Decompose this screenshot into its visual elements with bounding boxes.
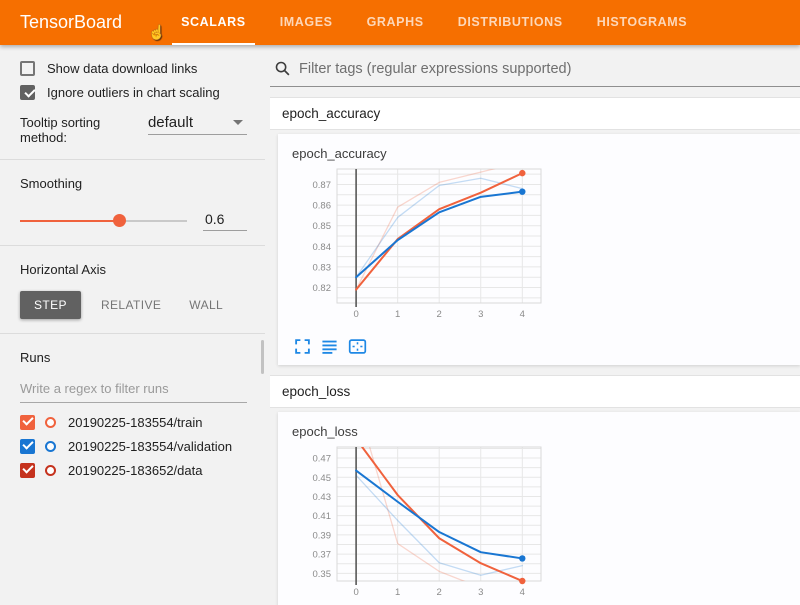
- svg-text:0.45: 0.45: [313, 473, 332, 484]
- smoothing-label: Smoothing: [20, 176, 247, 191]
- svg-text:0.37: 0.37: [313, 550, 332, 561]
- runs-list: 20190225-183554/train 20190225-183554/val…: [20, 415, 247, 478]
- run-label: 20190225-183554/train: [68, 415, 202, 430]
- checkbox-label: Ignore outliers in chart scaling: [47, 85, 220, 100]
- checkbox-label: Show data download links: [47, 61, 197, 76]
- svg-text:0.41: 0.41: [313, 511, 332, 522]
- run-row[interactable]: 20190225-183652/data: [20, 463, 247, 478]
- ignore-outliers-row[interactable]: Ignore outliers in chart scaling: [20, 85, 247, 100]
- horizontal-axis-label: Horizontal Axis: [20, 262, 247, 277]
- chevron-down-icon: [233, 120, 243, 125]
- run-label: 20190225-183554/validation: [68, 439, 232, 454]
- fit-domain-icon[interactable]: [348, 338, 367, 355]
- svg-text:4: 4: [520, 587, 525, 598]
- show-data-download-links-row[interactable]: Show data download links: [20, 61, 247, 76]
- tag-section-epoch-loss: epoch_loss epoch_loss 0.350.370.390.410.…: [270, 375, 800, 605]
- svg-text:0.86: 0.86: [313, 201, 332, 212]
- axis-button-wall[interactable]: WALL: [175, 291, 237, 319]
- runs-filter-input[interactable]: [20, 379, 247, 403]
- sidebar-scrollbar[interactable]: [261, 340, 264, 374]
- smoothing-section: Smoothing 0.6: [0, 159, 265, 245]
- data-table-icon[interactable]: [321, 338, 338, 355]
- run-checkbox[interactable]: [20, 439, 35, 454]
- svg-text:0.35: 0.35: [313, 569, 332, 580]
- line-chart[interactable]: 0.35 0.37 0.39 0.41 0.43 0.45 0.47 0 1 2 3 4: [288, 443, 800, 605]
- line-chart[interactable]: 0.82 0.83 0.84 0.85 0.86 0.87 0 1 2 3 4: [288, 165, 800, 330]
- svg-text:3: 3: [478, 309, 483, 320]
- horizontal-axis-section: Horizontal Axis STEPRELATIVEWALL: [0, 245, 265, 333]
- tab-histograms[interactable]: HISTOGRAMS: [580, 0, 705, 45]
- svg-text:1: 1: [395, 309, 400, 320]
- axis-button-relative[interactable]: RELATIVE: [87, 291, 175, 319]
- svg-text:0.39: 0.39: [313, 530, 332, 541]
- chart-toolbar: [294, 338, 800, 355]
- svg-text:2: 2: [437, 309, 442, 320]
- tooltip-sorting-dropdown[interactable]: default: [148, 114, 247, 135]
- smoothing-slider[interactable]: [20, 220, 187, 222]
- smoothing-slider-thumb[interactable]: [113, 214, 126, 227]
- mouse-cursor-icon: ☝: [148, 24, 165, 41]
- svg-text:0.85: 0.85: [313, 221, 332, 232]
- settings-sidebar: Show data download links Ignore outliers…: [0, 45, 265, 605]
- chart-card: epoch_accuracy 0.820.830.840.850.860.870…: [278, 134, 800, 365]
- run-checkbox[interactable]: [20, 463, 35, 478]
- svg-text:0.84: 0.84: [313, 242, 332, 253]
- show-data-download-links-checkbox[interactable]: [20, 61, 35, 76]
- svg-text:4: 4: [520, 309, 525, 320]
- search-icon: [274, 60, 291, 77]
- tag-filter-input[interactable]: [299, 61, 800, 77]
- svg-text:0: 0: [353, 309, 358, 320]
- tab-distributions[interactable]: DISTRIBUTIONS: [441, 0, 580, 45]
- svg-text:0.47: 0.47: [313, 454, 332, 465]
- svg-text:0.43: 0.43: [313, 492, 332, 503]
- horizontal-axis-buttons: STEPRELATIVEWALL: [20, 291, 247, 319]
- tab-images[interactable]: IMAGES: [263, 0, 350, 45]
- axis-button-step[interactable]: STEP: [20, 291, 81, 319]
- svg-text:0.83: 0.83: [313, 262, 332, 273]
- ignore-outliers-checkbox[interactable]: [20, 85, 35, 100]
- smoothing-value[interactable]: 0.6: [203, 211, 247, 231]
- run-row[interactable]: 20190225-183554/train: [20, 415, 247, 430]
- svg-text:0: 0: [353, 587, 358, 598]
- svg-text:1: 1: [395, 587, 400, 598]
- svg-text:0.82: 0.82: [313, 283, 332, 294]
- tag-filter-row: [270, 45, 800, 87]
- tag-section-header[interactable]: epoch_accuracy: [270, 97, 800, 130]
- chart-title: epoch_loss: [292, 424, 800, 439]
- svg-text:3: 3: [478, 587, 483, 598]
- general-settings-section: Show data download links Ignore outliers…: [0, 45, 265, 159]
- tooltip-sorting-label: Tooltip sorting method:: [20, 115, 140, 145]
- tab-graphs[interactable]: GRAPHS: [350, 0, 441, 45]
- svg-text:0.87: 0.87: [313, 180, 332, 191]
- tab-scalars[interactable]: SCALARS: [164, 0, 263, 45]
- app-title: TensorBoard: [20, 0, 122, 45]
- tag-section-epoch-accuracy: epoch_accuracy epoch_accuracy 0.820.830.…: [270, 97, 800, 365]
- run-radio[interactable]: [45, 417, 56, 428]
- chart-card: epoch_loss 0.350.370.390.410.430.450.470…: [278, 412, 800, 605]
- tooltip-sorting-value: default: [148, 114, 193, 131]
- svg-text:2: 2: [437, 587, 442, 598]
- run-radio[interactable]: [45, 441, 56, 452]
- nav-tabs: SCALARSIMAGESGRAPHSDISTRIBUTIONSHISTOGRA…: [164, 0, 704, 45]
- chart-title: epoch_accuracy: [292, 146, 800, 161]
- runs-section: Runs 20190225-183554/train20190225-18355…: [0, 333, 265, 501]
- run-label: 20190225-183652/data: [68, 463, 202, 478]
- runs-label: Runs: [20, 350, 247, 365]
- tag-section-header[interactable]: epoch_loss: [270, 375, 800, 408]
- app-header: TensorBoard SCALARSIMAGESGRAPHSDISTRIBUT…: [0, 0, 800, 45]
- run-checkbox[interactable]: [20, 415, 35, 430]
- run-radio[interactable]: [45, 465, 56, 476]
- run-row[interactable]: 20190225-183554/validation: [20, 439, 247, 454]
- smoothing-slider-fill: [20, 220, 120, 222]
- dashboard-main: epoch_accuracy epoch_accuracy 0.820.830.…: [265, 45, 800, 605]
- fullscreen-icon[interactable]: [294, 338, 311, 355]
